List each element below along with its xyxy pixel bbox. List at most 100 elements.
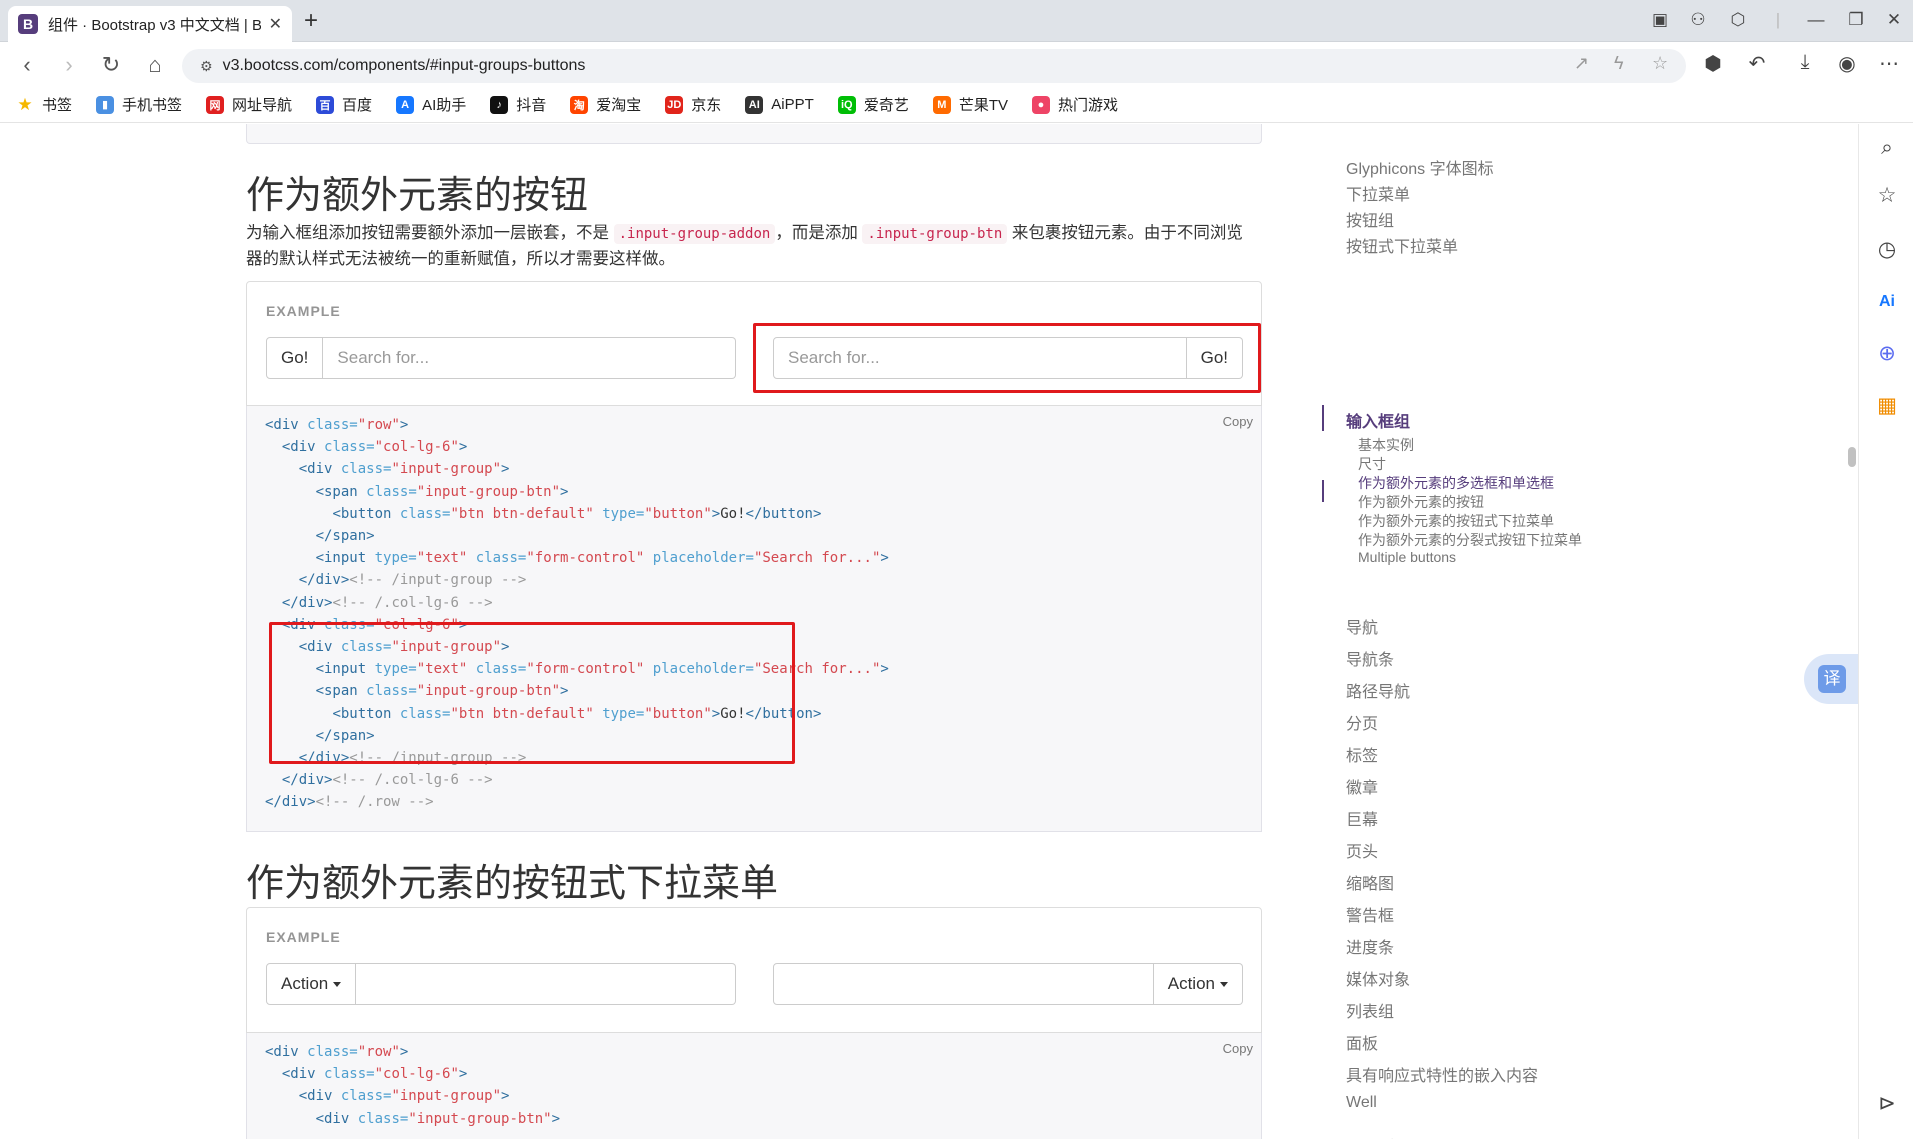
action-dropdown-left[interactable]: Action xyxy=(266,963,357,1005)
bookmark-mango[interactable]: M 芒果TV xyxy=(932,94,1008,115)
site-info-icon[interactable]: ⚙ xyxy=(200,58,213,75)
game-controller-icon[interactable]: ⊕ xyxy=(1873,340,1901,368)
url-bar[interactable]: ⚙ v3.bootcss.com/components/#input-group… xyxy=(182,49,1686,83)
sidebar-subitem[interactable]: 尺寸 xyxy=(1358,454,1386,474)
favorites-star-icon[interactable]: ☆ xyxy=(1873,182,1901,210)
go-button-left[interactable]: Go! xyxy=(266,337,324,379)
bookmark-phone[interactable]: ▮ 手机书签 xyxy=(96,94,182,115)
sidebar-item[interactable]: 具有响应式特性的嵌入内容 xyxy=(1346,1062,1538,1086)
caret-down-icon xyxy=(1220,981,1228,987)
sidebar-item[interactable]: 警告框 xyxy=(1346,902,1394,926)
code-input-group-btn: .input-group-btn xyxy=(862,224,1008,244)
favorite-star-icon[interactable]: ☆ xyxy=(1652,53,1668,74)
url-text[interactable]: v3.bootcss.com/components/#input-groups-… xyxy=(223,57,586,75)
action-dropdown-right[interactable]: Action xyxy=(1153,963,1243,1005)
undo-icon[interactable]: ↶ xyxy=(1742,51,1772,76)
collapse-panel-icon[interactable]: ⊳ xyxy=(1873,1090,1901,1118)
bookmark-aippt[interactable]: AI AiPPT xyxy=(745,95,814,114)
bookmark-iqiyi[interactable]: iQ 爱奇艺 xyxy=(837,94,909,115)
lightning-icon[interactable]: ϟ xyxy=(1614,53,1624,74)
toolbox-icon[interactable]: ▦ xyxy=(1873,392,1901,420)
text-input-right[interactable] xyxy=(773,963,1154,1005)
menu-icon[interactable]: ⋯ xyxy=(1874,51,1904,76)
sidebar-item[interactable]: 缩略图 xyxy=(1346,870,1394,894)
sidebar-item[interactable]: 导航条 xyxy=(1346,646,1394,670)
sidebar-item[interactable]: 分页 xyxy=(1346,710,1378,734)
translate-icon: 译 xyxy=(1818,665,1846,693)
bookmark-star[interactable]: ★ 书签 xyxy=(16,94,72,115)
search-icon[interactable]: ⌕ xyxy=(1873,134,1901,162)
avatar[interactable]: ◉ xyxy=(1832,51,1862,76)
code-block-dropdowns: Copy <div class="row"> <div class="col-l… xyxy=(246,1033,1262,1139)
divider: | xyxy=(1775,10,1781,29)
history-clock-icon[interactable]: ◷ xyxy=(1873,236,1901,264)
tab-overview-icon[interactable]: ▣ xyxy=(1646,10,1674,30)
browser-title-bar: B 组件 · Bootstrap v3 中文文档 | Bo ✕ + ▣ ⚇ ⬡ … xyxy=(0,0,1913,42)
bookmark-jd[interactable]: JD 京东 xyxy=(665,94,721,115)
sidebar-subitem[interactable]: 作为额外元素的按钮式下拉菜单 xyxy=(1358,511,1554,531)
ai-assistant-icon[interactable]: Ai xyxy=(1873,288,1901,316)
copy-button[interactable]: Copy xyxy=(1223,414,1253,429)
sidebar-subitem[interactable]: 作为额外元素的按钮 xyxy=(1358,492,1484,512)
page-content: 作为额外元素的按钮 为输入框组添加按钮需要额外添加一层嵌套，不是 .input-… xyxy=(0,124,1858,1139)
sidebar-item[interactable]: 下拉菜单 xyxy=(1346,181,1410,205)
game-icon: ● xyxy=(1032,95,1050,114)
close-window-icon[interactable]: ✕ xyxy=(1880,10,1908,30)
bookmark-douyin[interactable]: ♪ 抖音 xyxy=(490,94,546,115)
extension-icon[interactable]: ⚇ xyxy=(1684,10,1712,30)
bookmark-label: 书签 xyxy=(42,97,73,114)
sidebar-item[interactable]: 路径导航 xyxy=(1346,678,1410,702)
reload-icon[interactable]: ↻ xyxy=(96,52,126,78)
bookmarks-bar: ★ 书签 ▮ 手机书签 网网址导航 百百度 A AI助手 ♪ 抖音 淘爱淘宝 JD 京东 AI AiPPT i… xyxy=(0,87,1913,123)
text-input-left[interactable] xyxy=(356,963,736,1005)
bookmark-game[interactable]: ● 热门游戏 xyxy=(1032,94,1118,115)
home-icon[interactable]: ⌂ xyxy=(140,52,170,78)
iqiyi-icon: iQ xyxy=(837,95,856,114)
sidebar-item[interactable]: 导航 xyxy=(1346,614,1378,638)
new-tab-icon[interactable]: + xyxy=(304,8,318,34)
translate-button[interactable]: 译 xyxy=(1804,654,1858,704)
bookmark-taobao[interactable]: 淘爱淘宝 xyxy=(570,94,641,115)
sidebar-item[interactable]: Well xyxy=(1346,1094,1377,1112)
share-icon[interactable]: ↗ xyxy=(1574,53,1589,74)
example-box-buttons: EXAMPLE Go! Search for... Search for... … xyxy=(246,281,1262,406)
sidebar-item[interactable]: 巨幕 xyxy=(1346,806,1378,830)
bookmark-ai[interactable]: A AI助手 xyxy=(396,94,466,115)
input-group-dropdown-left: Action xyxy=(266,963,736,1005)
close-tab-icon[interactable]: ✕ xyxy=(269,14,282,34)
sidebar-item-active[interactable]: 输入框组 xyxy=(1346,408,1410,432)
sidebar-subitem[interactable]: 基本实例 xyxy=(1358,435,1414,455)
sidebar-subitem[interactable]: Multiple buttons xyxy=(1358,549,1456,565)
bookmark-baidu[interactable]: 百百度 xyxy=(316,94,372,115)
sidebar-item[interactable]: 标签 xyxy=(1346,742,1378,766)
sidebar-item[interactable]: 面板 xyxy=(1346,1030,1378,1054)
sidebar-subitem[interactable]: 作为额外元素的分裂式按钮下拉菜单 xyxy=(1358,530,1582,550)
sidebar-item[interactable]: 媒体对象 xyxy=(1346,966,1410,990)
sidebar-item[interactable]: 按钮组 xyxy=(1346,207,1394,231)
bookmark-label: 网址导航 xyxy=(232,97,293,114)
browser-side-panel: ⌕ ☆ ◷ Ai ⊕ ▦ ⊳ xyxy=(1858,124,1913,1139)
browser-tab[interactable]: B 组件 · Bootstrap v3 中文文档 | Bo ✕ xyxy=(8,6,292,42)
sidebar-subitem[interactable]: 作为额外元素的多选框和单选框 xyxy=(1358,473,1554,493)
bookmark-label: 手机书签 xyxy=(122,97,183,114)
bookmark-nav[interactable]: 网网址导航 xyxy=(206,94,292,115)
restore-icon[interactable]: ❐ xyxy=(1842,10,1870,30)
search-input-left[interactable]: Search for... xyxy=(323,337,736,379)
sidebar-item[interactable]: 徽章 xyxy=(1346,774,1378,798)
sidebar-item[interactable]: 按钮式下拉菜单 xyxy=(1346,233,1458,257)
download-icon[interactable]: ⤓ xyxy=(1790,51,1820,74)
section-description: 为输入框组添加按钮需要额外添加一层嵌套，不是 .input-group-addo… xyxy=(246,224,1243,268)
sidebar-item[interactable]: 列表组 xyxy=(1346,998,1394,1022)
sidebar-item[interactable]: 页头 xyxy=(1346,838,1378,862)
copy-button[interactable]: Copy xyxy=(1223,1041,1253,1056)
back-icon[interactable]: ‹ xyxy=(12,52,42,78)
code-input-group-addon: .input-group-addon xyxy=(613,224,776,244)
puzzle-icon[interactable]: ⬡ xyxy=(1724,10,1752,30)
scrollbar-thumb[interactable] xyxy=(1848,447,1856,467)
caret-down-icon xyxy=(333,981,342,987)
extensions-icon[interactable]: ⬢ xyxy=(1698,51,1728,76)
sidebar-item[interactable]: Glyphicons 字体图标 xyxy=(1346,155,1494,179)
sidebar-item[interactable]: 进度条 xyxy=(1346,934,1394,958)
minimize-icon[interactable]: — xyxy=(1802,10,1830,30)
forward-icon[interactable]: › xyxy=(54,52,84,78)
